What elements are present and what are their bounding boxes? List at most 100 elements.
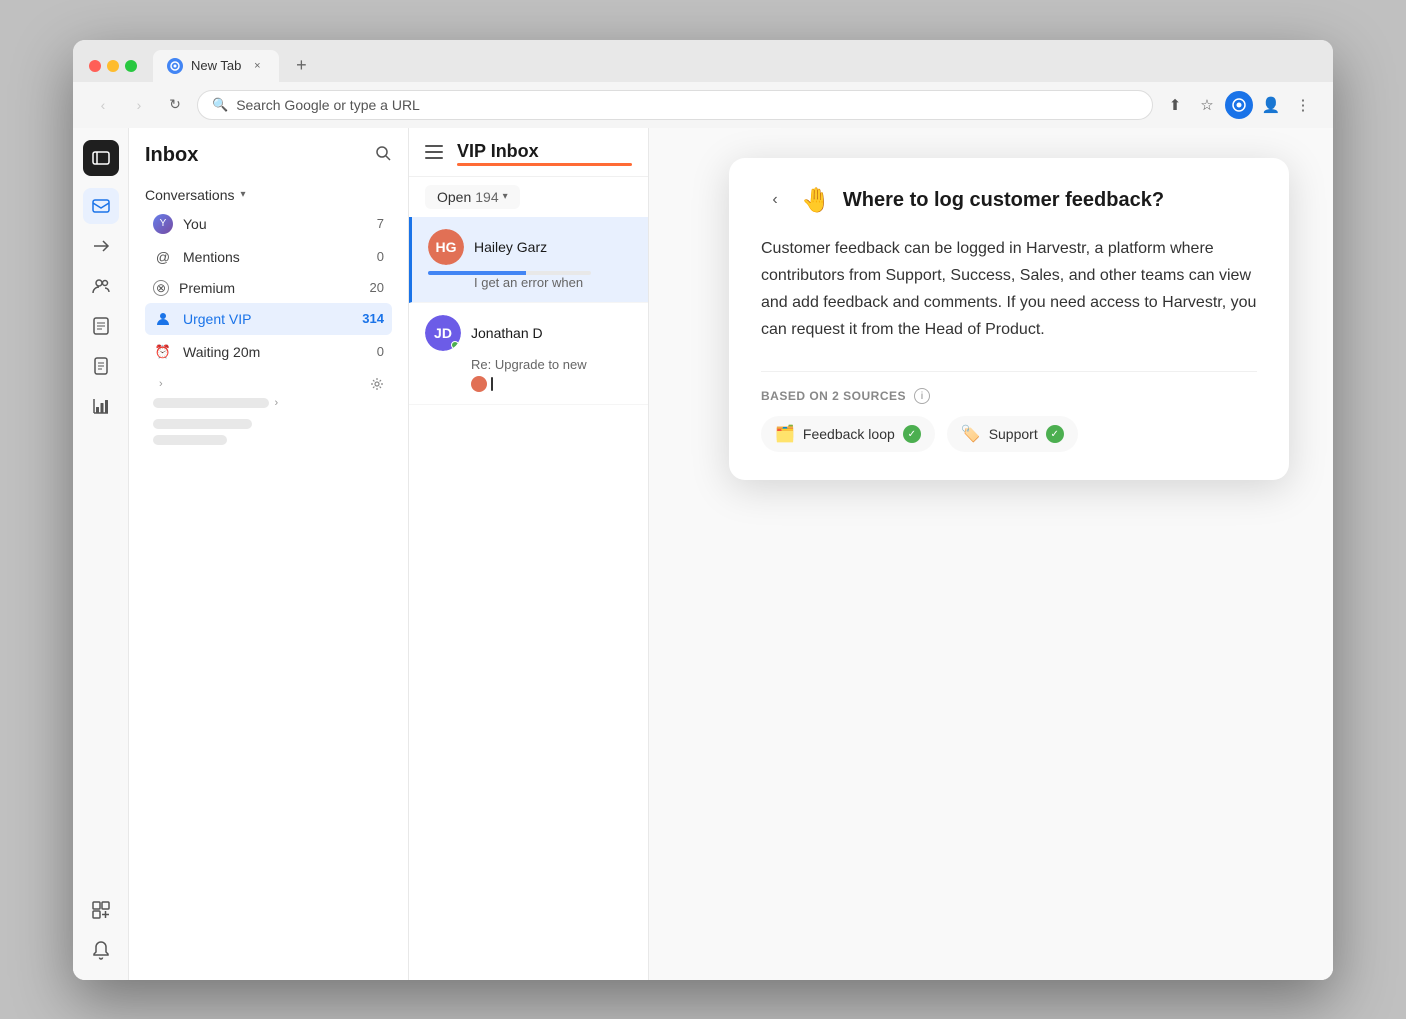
conversation-list: HG Hailey Garz I get an error when JD <box>409 217 648 980</box>
ai-question-text: Where to log customer feedback? <box>843 189 1257 212</box>
sources-label-text: BASED ON 2 SOURCES <box>761 389 906 403</box>
sidebar-item-inbox[interactable] <box>83 188 119 224</box>
chevron-right-2-icon: › <box>275 397 279 409</box>
jonathan-avatar: JD <box>425 315 461 351</box>
search-button[interactable] <box>374 144 392 167</box>
typing-avatar-1 <box>471 376 487 392</box>
mentions-icon: @ <box>153 247 173 267</box>
sources-section: BASED ON 2 SOURCES i 🗂️ Feedback loop ✓ … <box>761 371 1257 452</box>
sidebar-item-you[interactable]: Y You 7 <box>145 208 392 240</box>
title-bar: New Tab × + <box>73 40 1333 82</box>
sidebar-item-documents[interactable] <box>83 348 119 384</box>
share-button[interactable]: ⬆ <box>1161 91 1189 119</box>
back-button[interactable]: ‹ <box>89 91 117 119</box>
sidebar-item-sent[interactable] <box>83 228 119 264</box>
feedback-loop-check-icon: ✓ <box>903 425 921 443</box>
premium-count: 20 <box>370 280 384 295</box>
you-count: 7 <box>377 216 384 231</box>
sidebar-item-notifications[interactable] <box>83 932 119 968</box>
ai-panel-header: ‹ 🤚 Where to log customer feedback? <box>761 186 1257 215</box>
hamburger-line-2 <box>425 151 443 153</box>
bookmark-button[interactable]: ☆ <box>1193 91 1221 119</box>
sidebar-item-urgent-vip[interactable]: Urgent VIP 314 <box>145 303 392 335</box>
hailey-avatar: HG <box>428 229 464 265</box>
nav-bar: ‹ › ↻ 🔍 Search Google or type a URL ⬆ ☆ … <box>73 82 1333 128</box>
you-label: You <box>183 216 367 232</box>
traffic-lights <box>89 60 137 72</box>
menu-button[interactable]: ⋮ <box>1289 91 1317 119</box>
conversation-item-jonathan[interactable]: JD Jonathan D Re: Upgrade to new <box>409 303 648 405</box>
sidebar-item-book[interactable] <box>83 308 119 344</box>
app-logo[interactable] <box>83 140 119 176</box>
chevron-right-icon: › <box>159 378 163 390</box>
conversations-label: Conversations <box>145 187 235 203</box>
typing-indicators <box>471 376 632 392</box>
jonathan-preview: Re: Upgrade to new <box>425 357 632 372</box>
minimize-window-button[interactable] <box>107 60 119 72</box>
you-avatar: Y <box>153 214 173 234</box>
sidebar-item-compose[interactable] <box>83 892 119 928</box>
conversations-header[interactable]: Conversations ▾ <box>145 183 392 207</box>
hailey-name: Hailey Garz <box>474 239 632 255</box>
typing-cursor <box>491 377 493 391</box>
maximize-window-button[interactable] <box>125 60 137 72</box>
support-tag-icon: 🏷️ <box>961 424 981 444</box>
sidebar-item-premium[interactable]: ⊗ Premium 20 <box>145 274 392 302</box>
source-chip-feedback-loop[interactable]: 🗂️ Feedback loop ✓ <box>761 416 935 452</box>
browser-tab[interactable]: New Tab × <box>153 50 279 82</box>
main-content: ‹ 🤚 Where to log customer feedback? Cust… <box>649 128 1333 980</box>
middle-panel-header: VIP Inbox <box>409 128 648 177</box>
address-text: Search Google or type a URL <box>236 97 420 113</box>
jonathan-name: Jonathan D <box>471 325 632 341</box>
mentions-label: Mentions <box>183 249 367 265</box>
skeleton-2 <box>153 435 227 445</box>
forward-button[interactable]: › <box>125 91 153 119</box>
sidebar-item-waiting[interactable]: ⏰ Waiting 20m 0 <box>145 336 392 368</box>
extension-button[interactable] <box>1225 91 1253 119</box>
close-window-button[interactable] <box>89 60 101 72</box>
ai-emoji-icon: 🤚 <box>801 186 831 215</box>
support-check-icon: ✓ <box>1046 425 1064 443</box>
icon-sidebar <box>73 128 129 980</box>
sidebar-item-team[interactable] <box>83 268 119 304</box>
ai-answer-body: Customer feedback can be logged in Harve… <box>761 235 1257 344</box>
sources-info-icon[interactable]: i <box>914 388 930 404</box>
middle-panel: VIP Inbox Open 194 ▾ HG Hailey Garz <box>409 128 649 980</box>
tab-favicon <box>167 58 183 74</box>
section-subheader: › › <box>145 369 392 413</box>
open-filter-badge[interactable]: Open 194 ▾ <box>425 185 520 209</box>
search-icon: 🔍 <box>212 97 228 113</box>
sidebar-item-analytics[interactable] <box>83 388 119 424</box>
sources-chips: 🗂️ Feedback loop ✓ 🏷️ Support ✓ <box>761 416 1257 452</box>
urgent-vip-count: 314 <box>362 311 384 326</box>
open-label: Open <box>437 189 471 205</box>
ai-answer-panel: ‹ 🤚 Where to log customer feedback? Cust… <box>729 158 1289 481</box>
premium-label: Premium <box>179 280 360 296</box>
back-to-search-button[interactable]: ‹ <box>761 186 789 214</box>
open-chevron-icon: ▾ <box>503 191 508 202</box>
address-bar[interactable]: 🔍 Search Google or type a URL <box>197 90 1153 120</box>
feedback-loop-icon: 🗂️ <box>775 424 795 444</box>
conversation-item-hailey[interactable]: HG Hailey Garz I get an error when <box>409 217 648 303</box>
waiting-label: Waiting 20m <box>183 344 367 360</box>
conversations-section: Conversations ▾ Y You 7 @ Mentions 0 ⊗ P… <box>129 175 408 459</box>
left-panel: Inbox Conversations ▾ Y You 7 <box>129 128 409 980</box>
sidebar-item-mentions[interactable]: @ Mentions 0 <box>145 241 392 273</box>
tab-title: New Tab <box>191 58 241 73</box>
hailey-preview: I get an error when <box>428 275 632 290</box>
profile-button[interactable]: 👤 <box>1257 91 1285 119</box>
premium-icon: ⊗ <box>153 280 169 296</box>
vip-inbox-title: VIP Inbox <box>457 141 632 162</box>
feedback-loop-label: Feedback loop <box>803 426 895 442</box>
mentions-count: 0 <box>377 249 384 264</box>
source-chip-support[interactable]: 🏷️ Support ✓ <box>947 416 1078 452</box>
settings-icon[interactable] <box>370 377 384 391</box>
refresh-button[interactable]: ↻ <box>161 91 189 119</box>
waiting-icon: ⏰ <box>153 342 173 362</box>
inbox-title: Inbox <box>145 144 198 167</box>
hamburger-menu-button[interactable] <box>425 140 449 164</box>
conversations-chevron-icon: ▾ <box>241 189 246 200</box>
close-tab-button[interactable]: × <box>249 58 265 74</box>
waiting-count: 0 <box>377 344 384 359</box>
new-tab-button[interactable]: + <box>287 52 315 80</box>
